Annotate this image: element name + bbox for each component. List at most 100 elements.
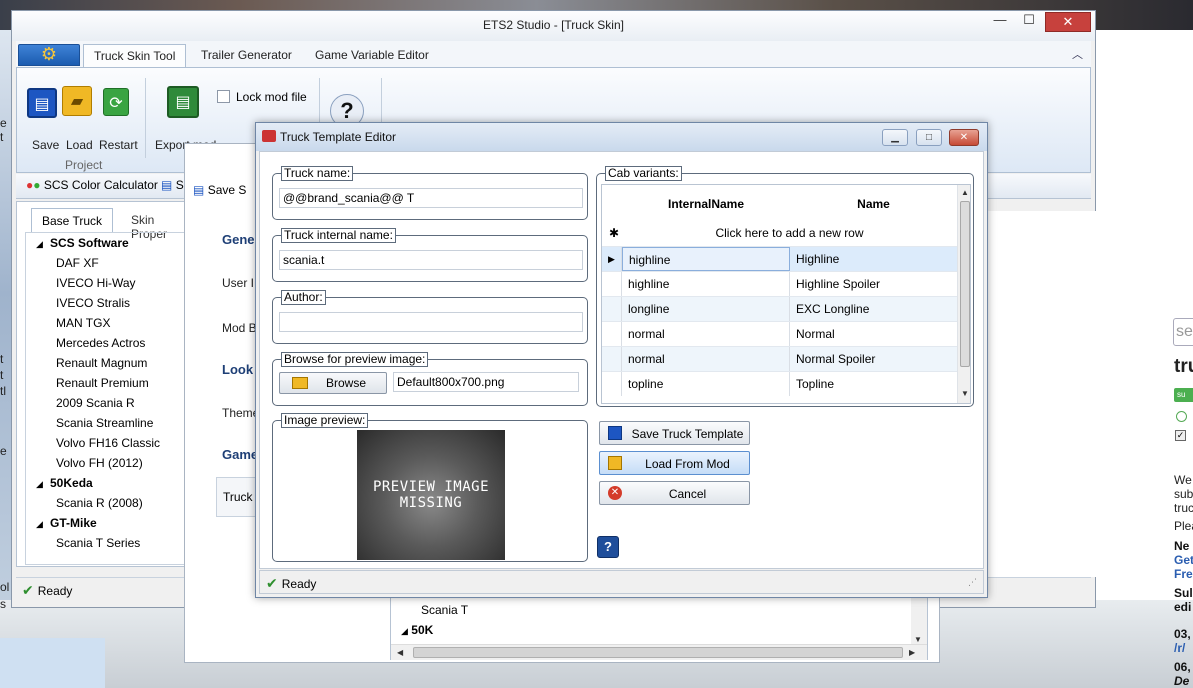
truck-name-input[interactable]: @@brand_scania@@ T <box>279 188 583 208</box>
tree-group-50keda[interactable]: ◢ 50Keda <box>26 473 186 493</box>
scroll-right-arrow-icon[interactable]: ▶ <box>909 648 915 657</box>
table-row[interactable]: ▶ highline Highline <box>602 246 957 271</box>
web-search-input[interactable]: se <box>1173 318 1193 346</box>
tree-item[interactable]: IVECO Stralis <box>26 293 186 313</box>
restart-button[interactable]: Restart <box>99 138 138 152</box>
web-link[interactable]: /r/ <box>1174 641 1185 655</box>
cell-internal-name[interactable]: topline <box>622 372 790 396</box>
dialog-maximize-button[interactable]: □ <box>916 129 942 146</box>
tree-item[interactable]: Volvo FH (2012) <box>26 453 186 473</box>
app-menu-gear-icon[interactable]: ⚙ <box>18 44 80 66</box>
cell-internal-name[interactable]: highline <box>622 272 790 296</box>
tab-skin-properties[interactable]: Skin Proper <box>121 208 187 241</box>
preview-file-input[interactable]: Default800x700.png <box>393 372 579 392</box>
web-link[interactable]: Fre <box>1174 567 1193 581</box>
collapse-arrow-icon[interactable]: ◢ <box>36 479 50 490</box>
cell-name[interactable]: EXC Longline <box>790 297 957 321</box>
save-floppy-icon[interactable]: ▤ <box>27 88 57 118</box>
load-button[interactable]: Load <box>66 138 93 152</box>
resize-grip-icon[interactable]: ⋰ <box>968 577 977 588</box>
tree-group-gt-mike[interactable]: ◢ GT-Mike <box>26 513 186 533</box>
scroll-down-arrow-icon[interactable]: ▼ <box>914 635 922 644</box>
scrollbar-thumb[interactable] <box>960 201 970 367</box>
scroll-down-arrow-icon[interactable]: ▼ <box>961 389 969 398</box>
tab-truck-skin-tool[interactable]: Truck Skin Tool <box>83 44 187 67</box>
tree-item[interactable]: 2009 Scania R <box>26 393 186 413</box>
ribbon-collapse-chevron-icon[interactable]: ︿ <box>1072 46 1083 62</box>
add-new-row[interactable]: ✱ Click here to add a new row <box>602 221 957 246</box>
dialog-close-button[interactable]: ✕ <box>949 129 979 146</box>
scroll-left-arrow-icon[interactable]: ◀ <box>397 648 403 657</box>
row-selector-arrow-icon[interactable]: ▶ <box>602 247 622 271</box>
grid-vertical-scrollbar[interactable]: ▲ ▼ <box>957 185 970 403</box>
tab-trailer-generator[interactable]: Trailer Generator <box>191 44 302 67</box>
load-folder-icon[interactable]: ▰ <box>62 86 92 116</box>
dialog-minimize-button[interactable]: ▁ <box>882 129 908 146</box>
collapse-arrow-icon[interactable]: ◢ <box>36 239 50 250</box>
table-row[interactable]: normal Normal <box>602 321 957 346</box>
author-input[interactable] <box>279 312 583 332</box>
settings-save-button[interactable]: ▤ Save S <box>193 178 253 202</box>
scs-color-calculator-button[interactable]: ●● SCS Color Calculator <box>26 178 158 192</box>
collapse-arrow-icon[interactable]: ◢ <box>401 626 408 636</box>
browse-button[interactable]: Browse <box>279 372 387 394</box>
cell-name[interactable]: Highline Spoiler <box>790 272 957 296</box>
tree-item[interactable]: Renault Premium <box>26 373 186 393</box>
table-row[interactable]: topline Topline <box>602 371 957 396</box>
save-truck-template-button[interactable]: Save Truck Template <box>599 421 750 445</box>
cell-name[interactable]: Topline <box>790 372 957 396</box>
load-from-mod-button[interactable]: Load From Mod <box>599 451 750 475</box>
vertical-scrollbar[interactable]: ▼ <box>911 595 927 645</box>
scrollbar-thumb[interactable] <box>413 647 903 658</box>
tab-game-variable-editor[interactable]: Game Variable Editor <box>305 44 439 67</box>
lock-mod-file-checkbox[interactable] <box>217 90 230 103</box>
close-button[interactable]: ✕ <box>1045 12 1091 32</box>
cell-name[interactable]: Normal Spoiler <box>790 347 957 371</box>
list-item[interactable]: Scania T <box>421 603 468 617</box>
row-selector[interactable] <box>602 347 622 371</box>
tree-item[interactable]: Mercedes Actros <box>26 333 186 353</box>
cell-name[interactable]: Normal <box>790 322 957 346</box>
tree-item[interactable]: DAF XF <box>26 253 186 273</box>
cell-internal-name[interactable]: normal <box>622 322 790 346</box>
tree-item[interactable]: Volvo FH16 Classic <box>26 433 186 453</box>
table-row[interactable]: highline Highline Spoiler <box>602 271 957 296</box>
restart-refresh-icon[interactable]: ⟳ <box>103 88 129 116</box>
tree-item[interactable]: Scania T Series <box>26 533 186 553</box>
maximize-button[interactable]: ☐ <box>1016 12 1042 33</box>
minimize-button[interactable]: — <box>987 12 1013 33</box>
settings-truck-button[interactable]: Truck <box>216 477 256 517</box>
tree-item[interactable]: Scania Streamline <box>26 413 186 433</box>
save-button[interactable]: Save <box>32 138 59 152</box>
row-selector[interactable] <box>602 372 622 396</box>
column-header-internal-name[interactable]: InternalName <box>622 197 790 211</box>
cell-internal-name[interactable]: longline <box>622 297 790 321</box>
row-selector[interactable] <box>602 322 622 346</box>
tree-group-scs-software[interactable]: ◢ SCS Software <box>26 233 186 253</box>
table-row[interactable]: normal Normal Spoiler <box>602 346 957 371</box>
cancel-button[interactable]: ✕ Cancel <box>599 481 750 505</box>
tab-base-truck[interactable]: Base Truck <box>31 208 114 232</box>
row-selector[interactable] <box>602 297 622 321</box>
main-titlebar[interactable]: ETS2 Studio - [Truck Skin] — ☐ ✕ <box>12 11 1095 41</box>
list-group[interactable]: ◢ 50K <box>401 623 433 637</box>
tree-item[interactable]: Renault Magnum <box>26 353 186 373</box>
cell-name[interactable]: Highline <box>790 247 957 271</box>
cell-internal-name[interactable]: normal <box>622 347 790 371</box>
help-icon[interactable]: ? <box>597 536 619 558</box>
web-radio-button[interactable] <box>1176 411 1187 422</box>
horizontal-scrollbar[interactable]: ◀ ▶ <box>391 644 927 660</box>
column-header-name[interactable]: Name <box>790 197 957 211</box>
cell-internal-name[interactable]: highline <box>622 247 790 271</box>
tree-item[interactable]: MAN TGX <box>26 313 186 333</box>
dialog-titlebar[interactable]: Truck Template Editor ▁ □ ✕ <box>256 123 987 151</box>
tree-item[interactable]: Scania R (2008) <box>26 493 186 513</box>
table-row[interactable]: longline EXC Longline <box>602 296 957 321</box>
collapse-arrow-icon[interactable]: ◢ <box>36 519 50 530</box>
row-selector[interactable] <box>602 272 622 296</box>
web-link[interactable]: Get <box>1174 553 1193 567</box>
quick-save-button[interactable]: ▤ S <box>161 178 184 192</box>
scroll-up-arrow-icon[interactable]: ▲ <box>961 188 969 197</box>
export-floppy-icon[interactable]: ▤ <box>167 86 199 118</box>
truck-internal-name-input[interactable]: scania.t <box>279 250 583 270</box>
